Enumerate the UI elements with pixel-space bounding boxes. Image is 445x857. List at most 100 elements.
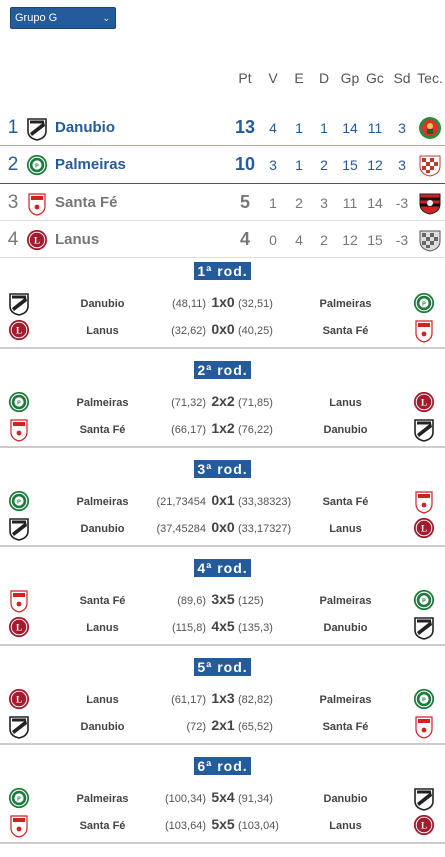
danubio-logo-icon	[413, 787, 435, 811]
home-odds: (37,45284	[156, 523, 206, 535]
round-divider	[0, 842, 445, 844]
match-row: Danubio (72) 2x1 (65,52) Santa Fé	[0, 714, 445, 741]
score: 2x1	[211, 717, 235, 733]
position: 1	[7, 117, 19, 138]
score: 1x0	[211, 294, 235, 310]
away-team[interactable]: Danubio	[283, 622, 408, 634]
home-team[interactable]: Santa Fé	[40, 595, 165, 607]
home-team[interactable]: Santa Fé	[40, 820, 165, 832]
score: 1x2	[211, 420, 235, 436]
standings-row: 2 P Palmeiras 10 3 1 2 15 12 3	[0, 147, 445, 183]
home-team[interactable]: Danubio	[40, 298, 165, 310]
score: 5x4	[211, 789, 235, 805]
row-separator	[0, 220, 445, 221]
palmeiras-logo-icon: P	[26, 154, 48, 176]
home-team[interactable]: Lanus	[40, 694, 165, 706]
svg-text:P: P	[422, 301, 426, 307]
standings-row: 3 Santa Fé 5 1 2 3 11 14 -3	[0, 185, 445, 221]
goal-difference: -3	[395, 195, 409, 211]
home-team[interactable]: Palmeiras	[40, 793, 165, 805]
round-divider	[0, 446, 445, 448]
team-name[interactable]: Danubio	[55, 119, 115, 136]
away-team[interactable]: Santa Fé	[283, 325, 408, 337]
coach-checker-grey-icon	[418, 228, 442, 252]
home-odds: (103,64)	[165, 820, 206, 832]
away-odds: (76,22)	[238, 424, 273, 436]
away-team[interactable]: Lanus	[283, 820, 408, 832]
away-team[interactable]: Santa Fé	[283, 721, 408, 733]
away-odds: (65,52)	[238, 721, 273, 733]
svg-text:L: L	[16, 326, 22, 336]
score: 1x3	[211, 690, 235, 706]
home-team[interactable]: Danubio	[40, 721, 165, 733]
round-title: 6ª rod.	[0, 757, 445, 776]
home-team[interactable]: Danubio	[40, 523, 165, 535]
coach-red-black-icon	[418, 191, 442, 215]
home-team[interactable]: Palmeiras	[40, 397, 165, 409]
match-row: P Palmeiras (100,34) 5x4 (91,34) Danubio	[0, 786, 445, 813]
home-odds: (100,34)	[165, 793, 206, 805]
goals-against: 14	[367, 195, 383, 211]
round-divider	[0, 743, 445, 745]
svg-text:P: P	[17, 400, 21, 406]
danubio-logo-icon	[8, 292, 30, 316]
round-divider	[0, 644, 445, 646]
away-team[interactable]: Lanus	[283, 523, 408, 535]
santafe-logo-icon	[413, 715, 435, 739]
svg-text:L: L	[421, 398, 427, 408]
danubio-logo-icon	[8, 715, 30, 739]
palmeiras-logo-icon: P	[8, 787, 30, 811]
round-label: 6ª rod.	[194, 757, 251, 775]
team-name[interactable]: Santa Fé	[55, 194, 118, 211]
svg-text:L: L	[16, 623, 22, 633]
home-team[interactable]: Santa Fé	[40, 424, 165, 436]
home-odds: (72)	[186, 721, 206, 733]
palmeiras-logo-icon: P	[8, 490, 30, 514]
away-team[interactable]: Danubio	[283, 424, 408, 436]
lanus-logo-icon: L	[413, 391, 435, 415]
standings-row: 1 Danubio 13 4 1 1 14 11 3	[0, 110, 445, 146]
goal-difference: 3	[398, 120, 406, 136]
team-name[interactable]: Lanus	[55, 231, 99, 248]
home-team[interactable]: Palmeiras	[40, 496, 165, 508]
group-select[interactable]: Grupo G ⌄	[10, 7, 116, 29]
match-row: Danubio (48,11) 1x0 (32,51) Palmeiras P	[0, 291, 445, 318]
header-tec: Tec.	[417, 70, 443, 86]
score: 4x5	[211, 618, 235, 634]
team-name[interactable]: Palmeiras	[55, 156, 126, 173]
away-team[interactable]: Palmeiras	[283, 595, 408, 607]
danubio-logo-icon	[26, 117, 48, 141]
away-team[interactable]: Santa Fé	[283, 496, 408, 508]
goal-difference: 3	[398, 157, 406, 173]
away-team[interactable]: Palmeiras	[283, 694, 408, 706]
away-odds: (103,04)	[238, 820, 279, 832]
score: 0x1	[211, 492, 235, 508]
match-row: Santa Fé (103,64) 5x5 (103,04) Lanus L	[0, 813, 445, 840]
points: 5	[239, 192, 250, 212]
away-odds: (71,85)	[238, 397, 273, 409]
palmeiras-logo-icon: P	[8, 391, 30, 415]
lanus-logo-icon: L	[413, 814, 435, 838]
home-team[interactable]: Lanus	[40, 325, 165, 337]
santafe-logo-icon	[8, 418, 30, 442]
svg-text:L: L	[16, 695, 22, 705]
danubio-logo-icon	[413, 418, 435, 442]
home-odds: (21,73454	[156, 496, 206, 508]
lanus-logo-icon: L	[413, 517, 435, 541]
row-separator	[0, 183, 445, 184]
away-team[interactable]: Palmeiras	[283, 298, 408, 310]
score: 2x2	[211, 393, 235, 409]
match-row: P Palmeiras (71,32) 2x2 (71,85) Lanus L	[0, 390, 445, 417]
goals-against: 12	[367, 157, 383, 173]
away-team[interactable]: Danubio	[283, 793, 408, 805]
svg-text:P: P	[422, 598, 426, 604]
svg-text:P: P	[35, 163, 39, 169]
match-row: P Palmeiras (21,73454 0x1 (33,38323) Santa Fé	[0, 489, 445, 516]
coach-green-icon	[418, 116, 442, 140]
home-odds: (61,17)	[171, 694, 206, 706]
points: 13	[234, 117, 256, 137]
svg-text:L: L	[421, 524, 427, 534]
away-team[interactable]: Lanus	[283, 397, 408, 409]
home-team[interactable]: Lanus	[40, 622, 165, 634]
position: 2	[7, 154, 19, 175]
